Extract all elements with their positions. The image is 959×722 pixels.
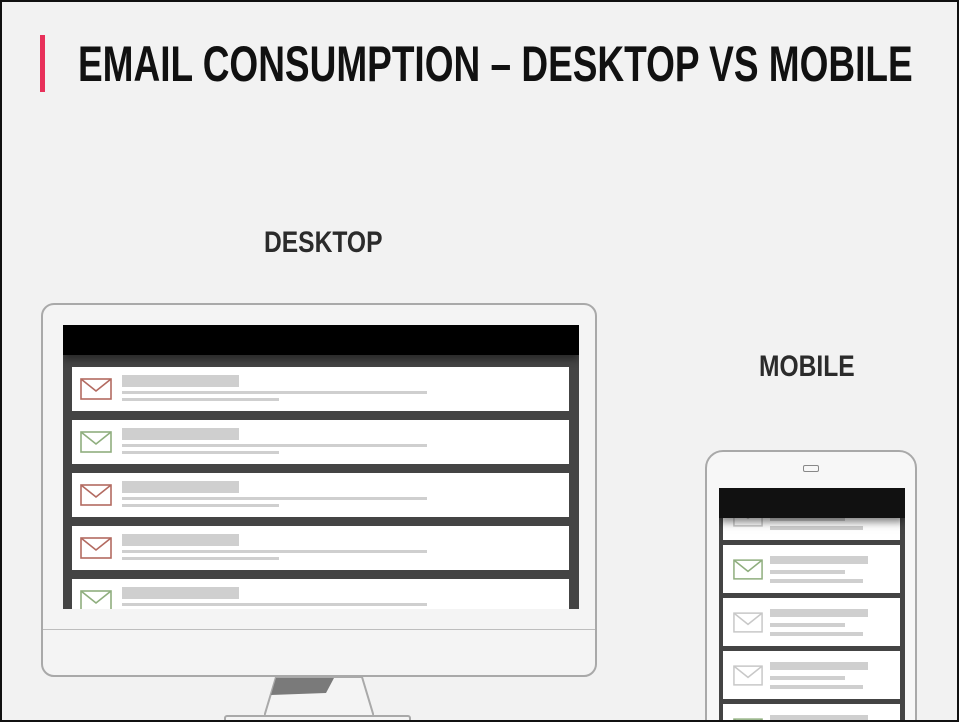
mobile-screen — [719, 488, 905, 720]
envelope-icon — [733, 665, 763, 686]
email-row — [72, 473, 569, 517]
email-row — [723, 598, 900, 646]
envelope-icon — [733, 612, 763, 633]
envelope-icon — [80, 378, 112, 400]
subject-placeholder — [122, 481, 239, 493]
subject-placeholder — [122, 375, 239, 387]
monitor-chin-divider — [43, 629, 595, 630]
subject-placeholder — [770, 556, 868, 564]
desktop-label: DESKTOP — [264, 226, 383, 259]
subject-placeholder — [122, 534, 239, 546]
preview-line-placeholder — [122, 504, 279, 507]
desktop-screen — [63, 325, 579, 609]
preview-line-placeholder — [770, 526, 863, 530]
slide: EMAIL CONSUMPTION – DESKTOP VS MOBILE DE… — [0, 0, 959, 722]
preview-line-placeholder — [122, 398, 279, 401]
subject-placeholder — [122, 428, 239, 440]
desktop-inbox-header — [63, 325, 579, 355]
subject-placeholder — [122, 587, 239, 599]
mobile-inbox-header — [719, 488, 905, 518]
preview-line-placeholder — [770, 623, 845, 627]
preview-line-placeholder — [122, 557, 279, 560]
email-row — [72, 420, 569, 464]
email-row — [723, 651, 900, 699]
preview-line-placeholder — [122, 550, 427, 553]
subject-placeholder — [770, 609, 868, 617]
email-row — [72, 367, 569, 411]
email-row — [723, 704, 900, 720]
envelope-icon — [733, 559, 763, 580]
subject-placeholder — [770, 715, 868, 720]
envelope-icon — [733, 718, 763, 720]
preview-line-placeholder — [770, 632, 863, 636]
envelope-icon — [80, 590, 112, 609]
email-row — [723, 545, 900, 593]
monitor-stand-base — [224, 715, 411, 720]
preview-line-placeholder — [770, 579, 863, 583]
preview-line-placeholder — [122, 603, 427, 606]
page-title: EMAIL CONSUMPTION – DESKTOP VS MOBILE — [78, 36, 913, 92]
mobile-phone — [705, 450, 917, 720]
email-row — [72, 579, 569, 609]
desktop-monitor — [41, 303, 597, 677]
title-accent-bar — [40, 35, 45, 92]
envelope-icon — [80, 484, 112, 506]
preview-line-placeholder — [770, 570, 845, 574]
preview-line-placeholder — [770, 676, 845, 680]
preview-line-placeholder — [122, 451, 279, 454]
email-row — [72, 526, 569, 570]
subject-placeholder — [770, 662, 868, 670]
preview-line-placeholder — [122, 391, 427, 394]
preview-line-placeholder — [122, 444, 427, 447]
preview-line-placeholder — [122, 497, 427, 500]
envelope-icon — [80, 537, 112, 559]
monitor-stand — [264, 677, 374, 717]
mobile-label: MOBILE — [759, 350, 855, 383]
envelope-icon — [80, 431, 112, 453]
phone-speaker — [803, 465, 819, 472]
preview-line-placeholder — [770, 685, 863, 689]
